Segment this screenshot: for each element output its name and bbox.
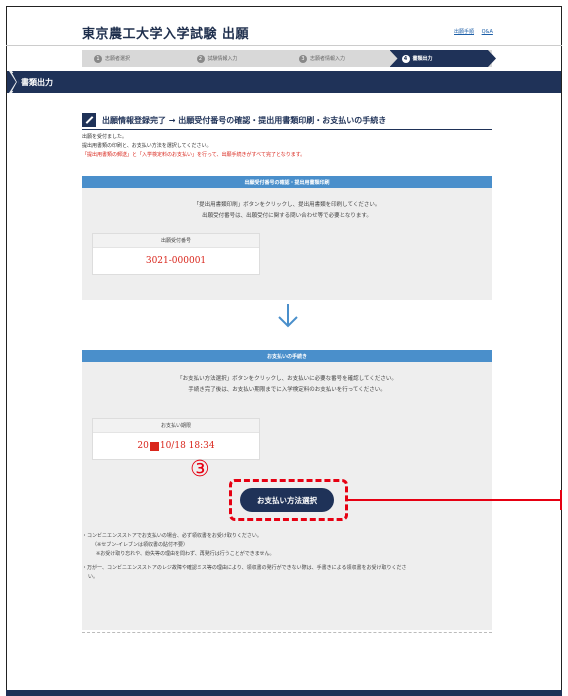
step-label: 志願者情報入力 (310, 56, 346, 62)
note-2-cont: い。 (88, 574, 99, 580)
step-4-active: 4 書類出力 (390, 50, 497, 67)
payment-box-text-2: 手続き完了後は、お支払い期限までに入学検定料のお支払いを行ってください。 (188, 387, 386, 393)
footer-dotted-divider (82, 632, 492, 633)
step-label: 書類出力 (412, 56, 433, 62)
receipt-box-text-1: 「提出用書類印刷」ボタンをクリックし、提出用書類を印刷してください。 (193, 202, 381, 208)
step-label: 志願者選択 (105, 56, 131, 62)
receipt-number-label: 出願受付番号 (93, 234, 259, 248)
pencil-icon (82, 113, 96, 127)
footer-bar (6, 690, 562, 696)
receipt-box-text-2: 出願受付番号は、出願受付に関する問い合わせ等で必要となります。 (202, 213, 372, 219)
step-number: 1 (94, 55, 102, 63)
note-1: ・コンビニエンスストアでお支払いの場合、必ず領収書をお受け取りください。 (82, 533, 262, 539)
note-1b: ※お受け取り忘れや、紛失等の理由を問わず、再発行は行うことができません。 (96, 551, 275, 557)
site-title: 東京農工大学入学試験 出願 (82, 27, 250, 42)
faq-link[interactable]: Q&A (482, 29, 493, 35)
header-links: 出願手順 Q&A (454, 28, 499, 35)
completion-heading: 出願情報登録完了 → 出願受付番号の確認・提出用書類印刷・お支払いの手続き (82, 112, 482, 128)
header-divider (6, 45, 562, 46)
heading-underline (82, 129, 492, 130)
note-1a: （※セブン-イレブンは領収書の貼付不要） (92, 542, 188, 548)
payment-deadline-label: お支払い期限 (93, 419, 259, 433)
step-annotation-number: ③ (190, 457, 210, 482)
note-2: ・万が一、コンビニエンスストアのレジ故障や確認ミス等の理由により、領収書の発行が… (82, 565, 407, 571)
redaction-mark (149, 441, 159, 451)
deadline-suffix: 10/18 18:34 (159, 441, 215, 451)
step-3: 3 志願者情報入力 (287, 50, 394, 67)
step-number: 4 (402, 55, 410, 63)
deadline-prefix: 20 (137, 441, 149, 451)
payment-deadline-value: 20 10/18 18:34 (93, 433, 259, 459)
step-label: 試験情報入力 (207, 56, 238, 62)
completion-heading-text: 出願情報登録完了 → 出願受付番号の確認・提出用書類印刷・お支払いの手続き (102, 115, 387, 125)
payment-deadline-card: お支払い期限 20 10/18 18:34 (92, 418, 260, 460)
payment-method-select-button[interactable]: お支払い方法選択 (240, 488, 334, 512)
step-number: 2 (197, 55, 205, 63)
procedure-link[interactable]: 出願手順 (454, 29, 474, 35)
receipt-number-card: 出願受付番号 3021-000001 (92, 233, 260, 275)
callout-line (348, 499, 562, 501)
message-line-1: 出願を受付ました。 (82, 134, 128, 140)
callout-line-end (560, 490, 562, 510)
payment-box-text-1: 「お支払い方法選択」ボタンをクリックし、お支払いに必要な番号を確認してください。 (177, 376, 397, 382)
message-line-3: 「提出用書類の郵送」と「入学検定料のお支払い」を行って、出願手続きがすべて完了と… (82, 152, 306, 158)
step-progress: 1 志願者選択 2 試験情報入力 3 志願者情報入力 4 書類出力 (82, 50, 492, 67)
step-1: 1 志願者選択 (82, 50, 189, 67)
chevron-right-icon (9, 71, 19, 93)
payment-box-header: お支払いの手続き (82, 350, 492, 362)
step-2: 2 試験情報入力 (185, 50, 292, 67)
arrow-down-icon (278, 304, 298, 328)
section-title: 書類出力 (21, 77, 53, 87)
step-number: 3 (299, 55, 307, 63)
receipt-number-value: 3021-000001 (145, 256, 207, 266)
message-line-2: 提出用書類の印刷と、お支払い方法を選択してください。 (82, 143, 212, 149)
section-title-bar: 書類出力 (7, 71, 561, 93)
receipt-box-header: 出願受付番号の確認・提出用書類印刷 (82, 176, 492, 188)
